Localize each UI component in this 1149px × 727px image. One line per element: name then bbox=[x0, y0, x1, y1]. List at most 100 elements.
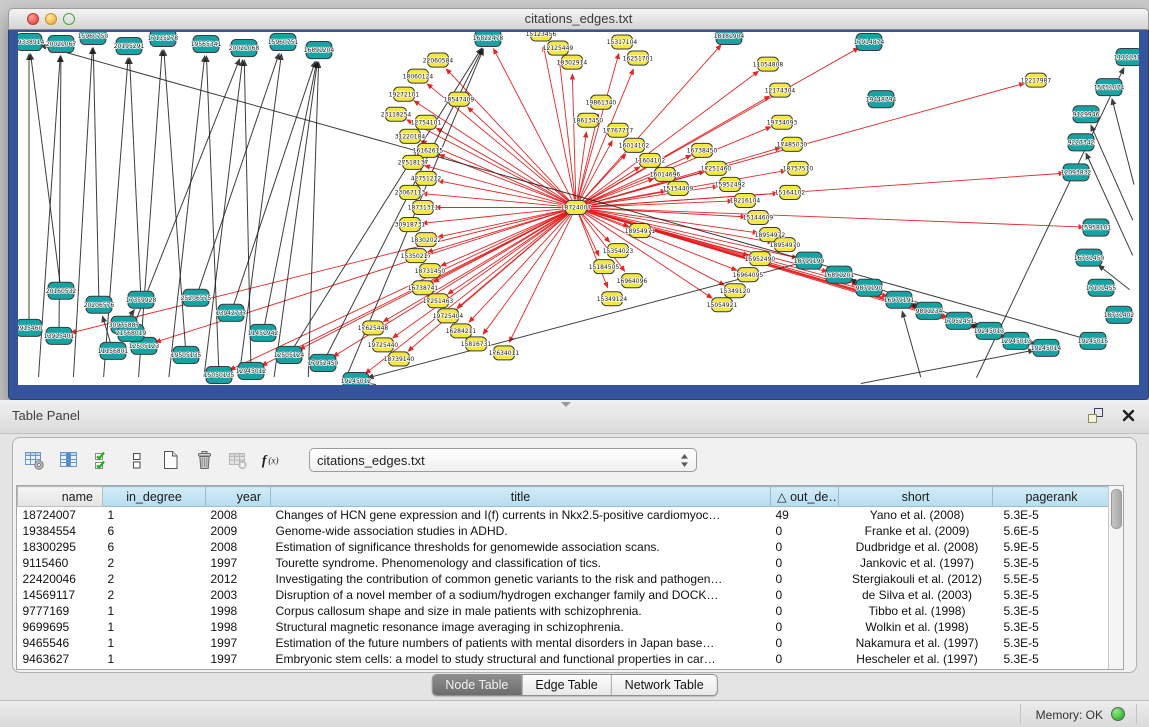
delete-column-icon[interactable] bbox=[227, 448, 249, 472]
graph-node-label: 30918731 bbox=[395, 222, 426, 229]
scrollbar-thumb[interactable] bbox=[1111, 489, 1122, 529]
graph-node-label: 17251463 bbox=[423, 298, 454, 305]
graph-node-label: 15952492 bbox=[715, 182, 746, 189]
graph-node-label: 17767717 bbox=[603, 127, 634, 134]
table-cell: 5.3E-5 bbox=[993, 635, 1111, 651]
window-titlebar[interactable]: citations_edges.txt bbox=[8, 8, 1149, 30]
table-vertical-scrollbar[interactable] bbox=[1108, 486, 1123, 669]
graph-node-label: 9915460 bbox=[18, 325, 43, 332]
graph-edge bbox=[308, 62, 318, 377]
table-selector-dropdown[interactable]: citations_edges.txt bbox=[309, 448, 697, 472]
graph-node-label: 15154409 bbox=[663, 186, 694, 193]
graph-node-label: 16964095 bbox=[733, 272, 764, 279]
graph-node-label: 19725440 bbox=[368, 342, 399, 349]
graph-node-label: 12217987 bbox=[1021, 77, 1052, 84]
table-cell: 0 bbox=[771, 587, 839, 603]
graph-node-label: 22060584 bbox=[423, 57, 454, 64]
table-row[interactable]: 2242004622012Investigating the contribut… bbox=[18, 571, 1111, 587]
table-cell: 0 bbox=[771, 651, 839, 667]
column-header-title[interactable]: title bbox=[271, 487, 771, 507]
table-cell: Franke et al. (2009) bbox=[839, 523, 993, 539]
graph-edge bbox=[509, 215, 572, 342]
graph-node-label: 18302914 bbox=[557, 59, 588, 66]
table-row[interactable]: 969969511998Structural magnetic resonanc… bbox=[18, 619, 1111, 635]
select-rows-icon[interactable] bbox=[91, 448, 113, 472]
table-cell: Genome-wide association studies in ADHD. bbox=[271, 523, 771, 539]
graph-node-label: 19245014 bbox=[1031, 345, 1062, 352]
memory-status-icon[interactable] bbox=[1111, 707, 1125, 721]
table-cell: 2008 bbox=[206, 507, 271, 524]
graph-edge bbox=[861, 350, 1034, 383]
table-cell: Wolkin et al. (1998) bbox=[839, 619, 993, 635]
table-type-tabs: Node TableEdge TableNetwork Table bbox=[431, 674, 717, 696]
graph-node-label: 16822478 bbox=[473, 35, 504, 42]
float-panel-icon[interactable] bbox=[1086, 406, 1104, 424]
graph-node-label: 15960751 bbox=[268, 39, 299, 46]
graph-node-label: 17135278 bbox=[148, 35, 179, 42]
table-row[interactable]: 1872400712008Changes of HCN gene express… bbox=[18, 507, 1111, 524]
table-cell: Nakamura et al. (1997) bbox=[839, 635, 993, 651]
graph-node-label: 17914874 bbox=[854, 39, 885, 46]
graph-node-label: 20195291 bbox=[114, 43, 145, 50]
citation-network-graph[interactable]: 1872400722060584180601241927210118547409… bbox=[18, 32, 1139, 385]
table-cell: 1 bbox=[103, 651, 206, 667]
new-table-icon[interactable] bbox=[159, 448, 181, 472]
table-toolbar: f(x) citations_edges.txt bbox=[23, 445, 697, 475]
column-header-pagerank[interactable]: pagerank bbox=[993, 487, 1111, 507]
column-header-out_de[interactable]: △ out_de… bbox=[771, 487, 839, 507]
table-row[interactable]: 1830029562008Estimation of significance … bbox=[18, 539, 1111, 555]
zoom-window-button[interactable] bbox=[63, 13, 75, 25]
table-cell: 1 bbox=[103, 619, 206, 635]
function-builder-icon[interactable]: f(x) bbox=[261, 448, 283, 472]
graph-node-label: 19245015 bbox=[1078, 338, 1109, 345]
table-row[interactable]: 1938455462009Genome-wide association stu… bbox=[18, 523, 1111, 539]
table-row[interactable]: 977716911998Corpus callosum shape and si… bbox=[18, 603, 1111, 619]
column-header-in_degree[interactable]: in_degree bbox=[103, 487, 206, 507]
graph-node-label: 18731450 bbox=[415, 268, 446, 275]
graph-node-label: 12505123 bbox=[129, 343, 160, 350]
table-cell: Structural magnetic resonance image aver… bbox=[271, 619, 771, 635]
table-cell: 9777169 bbox=[18, 603, 103, 619]
table-row[interactable]: 946362711997Embryonic stem cells: a mode… bbox=[18, 651, 1111, 667]
table-cell: Stergiakouli et al. (2012) bbox=[839, 571, 993, 587]
table-row[interactable]: 1456911722003Disruption of a novel membe… bbox=[18, 587, 1111, 603]
tab-network-table[interactable]: Network Table bbox=[611, 675, 717, 695]
table-cell: 6 bbox=[103, 539, 206, 555]
column-chooser-icon[interactable] bbox=[57, 448, 79, 472]
delete-table-icon[interactable] bbox=[193, 448, 215, 472]
network-canvas[interactable]: 1872400722060584180601241927210118547409… bbox=[18, 32, 1139, 385]
column-header-year[interactable]: year bbox=[206, 487, 271, 507]
graph-node-label: 23118254 bbox=[381, 111, 412, 118]
graph-node-label: 9227342 bbox=[1068, 140, 1095, 147]
graph-node-label: 9129946 bbox=[1073, 111, 1100, 118]
table-settings-icon[interactable] bbox=[23, 448, 45, 472]
table-row[interactable]: 946554611997Estimation of the future num… bbox=[18, 635, 1111, 651]
column-header-short[interactable]: short bbox=[839, 487, 993, 507]
tab-node-table[interactable]: Node Table bbox=[432, 675, 521, 695]
table-cell: 2 bbox=[103, 571, 206, 587]
close-panel-icon[interactable] bbox=[1119, 406, 1137, 424]
table-row[interactable]: 911546021997Tourette syndrome. Phenomeno… bbox=[18, 555, 1111, 571]
close-window-button[interactable] bbox=[27, 13, 39, 25]
table-cell: 2009 bbox=[206, 523, 271, 539]
graph-node-label: 16251701 bbox=[623, 55, 654, 62]
table-cell: 22420046 bbox=[18, 571, 103, 587]
combo-stepper-icon bbox=[680, 453, 689, 468]
minimize-window-button[interactable] bbox=[45, 13, 57, 25]
table-cell: 18724007 bbox=[18, 507, 103, 524]
split-collapse-handle[interactable] bbox=[561, 402, 571, 407]
graph-node-label: 15958101 bbox=[1081, 225, 1112, 232]
graph-node-label: 11054808 bbox=[753, 61, 784, 68]
tab-edge-table[interactable]: Edge Table bbox=[521, 675, 610, 695]
graph-node-label: 15816731 bbox=[461, 341, 492, 348]
column-header-name[interactable]: name bbox=[18, 487, 103, 507]
graph-node-label: 12945013 bbox=[1001, 338, 1032, 345]
graph-node-label: 19505135 bbox=[171, 352, 202, 359]
table-cell: 1 bbox=[103, 635, 206, 651]
graph-node-label: 19338914 bbox=[18, 39, 44, 46]
table-cell: 5.3E-5 bbox=[993, 603, 1111, 619]
network-window: citations_edges.txt 18724007220605841806… bbox=[8, 8, 1149, 400]
row-height-icon[interactable] bbox=[125, 448, 147, 472]
table-cell: 0 bbox=[771, 619, 839, 635]
graph-node-label: 15350217 bbox=[401, 253, 432, 260]
